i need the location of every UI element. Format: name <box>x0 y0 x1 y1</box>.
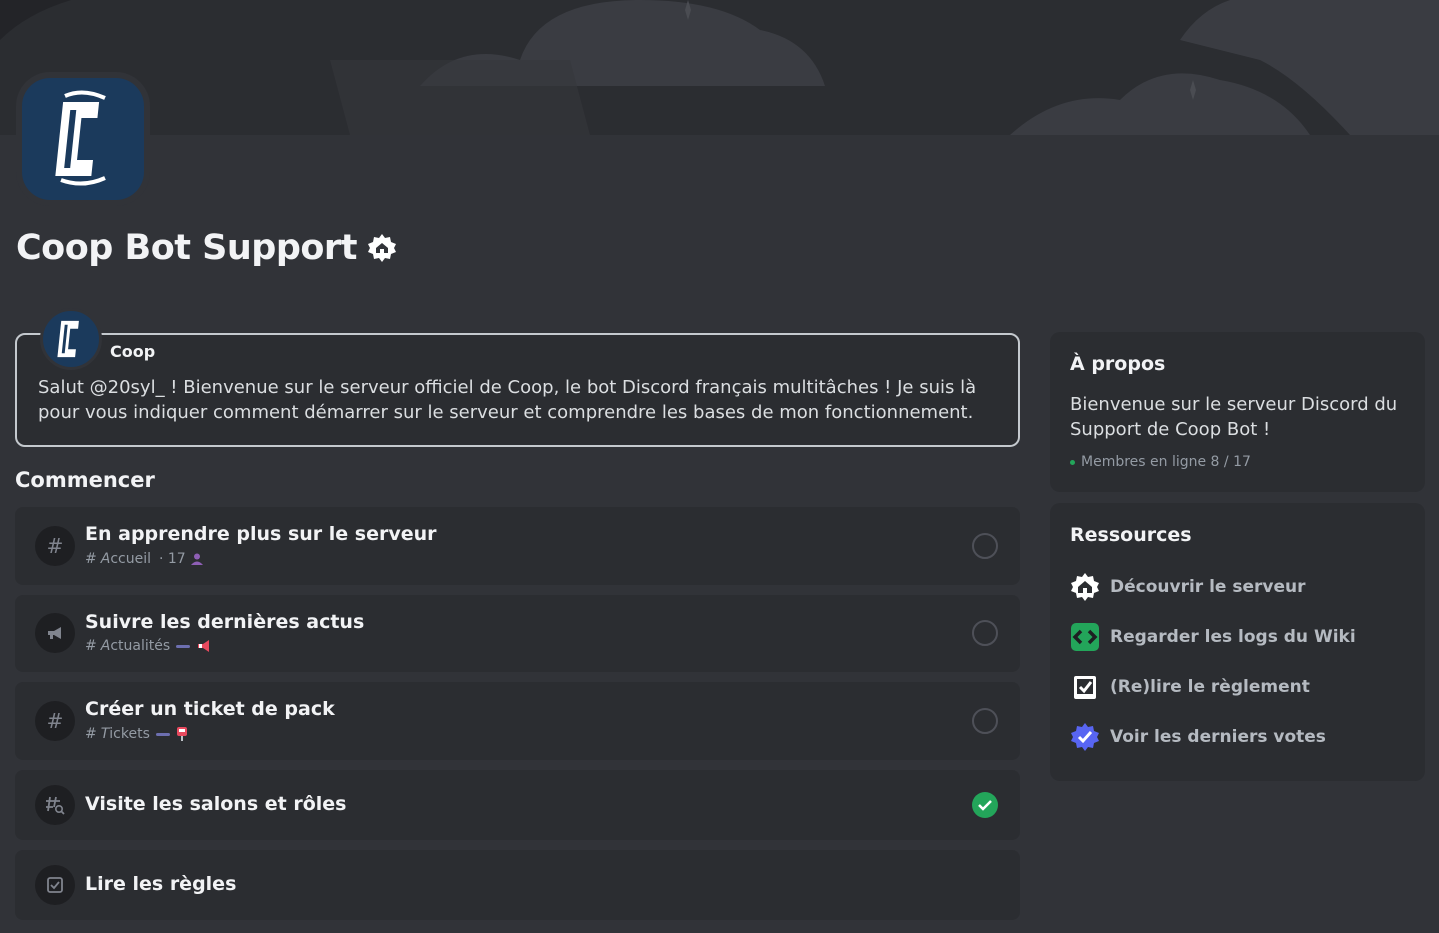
code-icon <box>1070 622 1100 652</box>
hash-icon: # <box>35 701 75 741</box>
channel-prefix: # <box>85 551 97 567</box>
bot-name: Coop <box>110 342 156 361</box>
online-label: Membres en ligne 8 / 17 <box>1081 454 1251 470</box>
resource-label: (Re)lire le règlement <box>1110 677 1310 697</box>
task-title: Suivre les dernières actus <box>85 611 365 633</box>
resources-card: Ressources Découvrir le serveur Regarder… <box>1050 503 1425 781</box>
resource-rules[interactable]: (Re)lire le règlement <box>1070 671 1310 703</box>
channel-letter: T <box>100 726 110 742</box>
resource-label: Voir les derniers votes <box>1110 727 1326 747</box>
about-title: À propos <box>1070 353 1166 375</box>
hash-icon: # <box>35 526 75 566</box>
resource-label: Regarder les logs du Wiki <box>1110 627 1356 647</box>
bot-avatar <box>40 308 102 370</box>
channel-prefix: # <box>85 638 97 654</box>
separator-dash <box>155 732 170 736</box>
task-learn-server[interactable]: # En apprendre plus sur le serveur # Accu… <box>15 507 1020 585</box>
server-banner <box>0 0 1439 135</box>
separator-dash <box>176 644 191 648</box>
task-checkbox[interactable] <box>972 533 998 559</box>
task-channel: # Accueil · 17 <box>85 551 204 567</box>
task-title: En apprendre plus sur le serveur <box>85 523 437 545</box>
channel-name: ctualités <box>110 638 171 654</box>
rules-icon <box>35 865 75 905</box>
task-read-rules[interactable]: Lire les règles <box>15 850 1020 920</box>
channel-browse-icon <box>35 785 75 825</box>
channel-prefix: # <box>85 726 97 742</box>
resource-wiki-logs[interactable]: Regarder les logs du Wiki <box>1070 621 1356 653</box>
resources-title: Ressources <box>1070 524 1192 546</box>
home-badge-icon <box>1070 572 1100 602</box>
channel-name: ccueil <box>110 551 151 567</box>
coop-logo-icon <box>55 90 106 186</box>
task-checkbox[interactable] <box>972 708 998 734</box>
getting-started-title: Commencer <box>15 468 155 492</box>
task-checkbox[interactable] <box>972 620 998 646</box>
task-follow-news[interactable]: Suivre les dernières actus # Actualités <box>15 595 1020 672</box>
server-icon <box>16 72 150 206</box>
about-description: Bienvenue sur le serveur Discord du Supp… <box>1070 394 1398 440</box>
online-members: Membres en ligne 8 / 17 <box>1070 454 1251 470</box>
channel-name: ickets <box>109 726 150 742</box>
task-create-ticket[interactable]: # Créer un ticket de pack # Tickets <box>15 682 1020 760</box>
online-dot-icon <box>1070 459 1075 465</box>
checklist-icon <box>1070 672 1100 702</box>
channel-letter: A <box>100 551 111 567</box>
task-title: Visite les salons et rôles <box>85 793 347 815</box>
task-channel: # Tickets <box>85 726 188 742</box>
task-visit-channels[interactable]: Visite les salons et rôles <box>15 770 1020 840</box>
channel-letter: A <box>100 638 111 654</box>
server-name: Coop Bot Support <box>16 228 357 268</box>
welcome-message-card: Coop Salut @20syl_ ! Bienvenue sur le se… <box>15 308 1020 447</box>
resource-label: Découvrir le serveur <box>1110 577 1306 597</box>
resource-discover-server[interactable]: Découvrir le serveur <box>1070 571 1306 603</box>
resource-votes[interactable]: Voir les derniers votes <box>1070 721 1326 753</box>
mailbox-emoji-icon <box>176 727 187 741</box>
verified-badge-icon <box>1070 722 1100 752</box>
user-icon <box>190 553 203 565</box>
about-card: À propos Bienvenue sur le serveur Discor… <box>1050 332 1425 492</box>
task-title: Créer un ticket de pack <box>85 698 335 720</box>
server-title: Coop Bot Support <box>16 228 397 268</box>
megaphone-icon <box>35 613 75 653</box>
welcome-text: Salut @20syl_ ! Bienvenue sur le serveur… <box>38 377 977 423</box>
coop-logo-icon <box>57 320 79 358</box>
task-title: Lire les règles <box>85 873 237 895</box>
task-channel: # Actualités <box>85 638 212 654</box>
megaphone-emoji-icon <box>198 640 210 652</box>
member-count: · 17 <box>158 551 186 567</box>
community-badge-icon <box>367 233 397 263</box>
task-complete-icon[interactable] <box>972 792 998 818</box>
